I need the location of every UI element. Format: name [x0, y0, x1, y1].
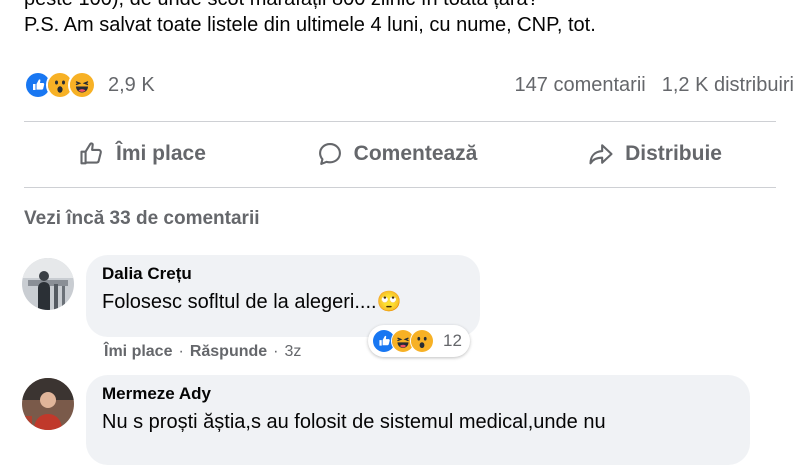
comment-text: Folosesc sofltul de la alegeri....🙄	[102, 291, 402, 313]
comment-reactions-count: 12	[443, 331, 462, 350]
comment-author[interactable]: Mermeze Ady	[102, 383, 734, 405]
post-text: peste 100), de unde scot marafații 800 z…	[24, 0, 794, 38]
post-actions: Îmi place Comentează Distribuie	[24, 124, 776, 184]
share-button[interactable]: Distribuie	[533, 140, 776, 168]
like-label: Îmi place	[116, 142, 206, 165]
comment-time[interactable]: 3z	[284, 343, 301, 361]
separator-dot: ·	[178, 343, 184, 360]
shares-count[interactable]: 1,2 K distribuiri	[662, 74, 794, 97]
share-icon	[589, 144, 613, 165]
comment-author[interactable]: Dalia Crețu	[102, 263, 464, 285]
post-text-line: P.S. Am salvat toate listele din ultimel…	[24, 14, 596, 36]
comment-like-link[interactable]: Îmi place	[104, 343, 172, 361]
separator-dot: ·	[273, 343, 279, 360]
comment-reply-link[interactable]: Răspunde	[190, 343, 267, 361]
comments-count[interactable]: 147 comentarii	[515, 74, 646, 97]
comment-button[interactable]: Comentează	[262, 140, 532, 168]
like-button[interactable]: Îmi place	[24, 140, 260, 168]
share-label: Distribuie	[625, 142, 722, 165]
reaction-icons[interactable]	[24, 71, 96, 99]
divider	[24, 121, 776, 122]
divider	[24, 187, 776, 188]
comment-reactions[interactable]: 12	[368, 325, 470, 357]
comment-icon	[318, 143, 341, 165]
comment-text: Nu s proști ăștia,s au folosit de sistem…	[102, 411, 606, 433]
reactions-count[interactable]: 2,9 K	[108, 74, 155, 97]
comment-label: Comentează	[353, 142, 478, 165]
avatar[interactable]	[22, 258, 74, 310]
comment-bubble: Mermeze Ady Nu s proști ăștia,s au folos…	[86, 375, 750, 465]
thumbs-up-icon	[80, 142, 102, 165]
comment-meta: Îmi place · Răspunde · 3z	[104, 343, 301, 361]
haha-icon	[68, 71, 96, 99]
reactions-summary: 2,9 K 147 comentarii 1,2 K distribuiri	[24, 68, 794, 102]
avatar[interactable]	[22, 378, 74, 430]
post-text-line: peste 100), de unde scot marafații 800 z…	[24, 0, 794, 12]
wow-icon	[410, 329, 434, 353]
view-more-comments-link[interactable]: Vezi încă 33 de comentarii	[24, 208, 260, 230]
